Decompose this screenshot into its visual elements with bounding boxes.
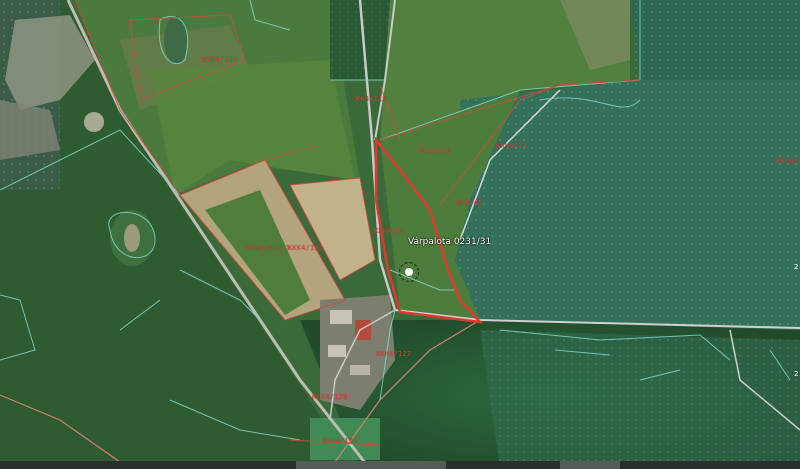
parcel-code-label[interactable]: KK4/118: [356, 95, 387, 103]
parcel-code-label[interactable]: KKK4/26: [420, 147, 451, 155]
map-viewport[interactable]: KKK4/122 KK4/118 KKK4/26 KKK4/24 KKK4/66…: [0, 0, 800, 469]
parcel-code-label[interactable]: KKK4/121: [288, 244, 323, 252]
parcel-code-label[interactable]: KKK4/129: [312, 393, 347, 401]
parcel-code-label[interactable]: KKK4/127: [376, 350, 411, 358]
parcel-code-label[interactable]: KK4/45: [456, 199, 483, 207]
parcel-code-label[interactable]: KKK4/43871: [246, 244, 290, 252]
parcel-code-label[interactable]: KKK4/122: [202, 56, 237, 64]
location-marker-icon[interactable]: [398, 261, 420, 283]
parcel-code-label[interactable]: KKK4/130: [322, 437, 357, 445]
edge-mark: 2: [794, 263, 799, 271]
parcel-code-label[interactable]: KKK4/24: [496, 142, 527, 150]
selected-parcel-label[interactable]: Várpalota 0231/31: [408, 237, 491, 247]
parcel-code-label[interactable]: KKK4/86: [374, 227, 405, 235]
edge-mark: 2: [794, 370, 799, 378]
parcel-code-label[interactable]: KKK4/66: [776, 157, 800, 165]
